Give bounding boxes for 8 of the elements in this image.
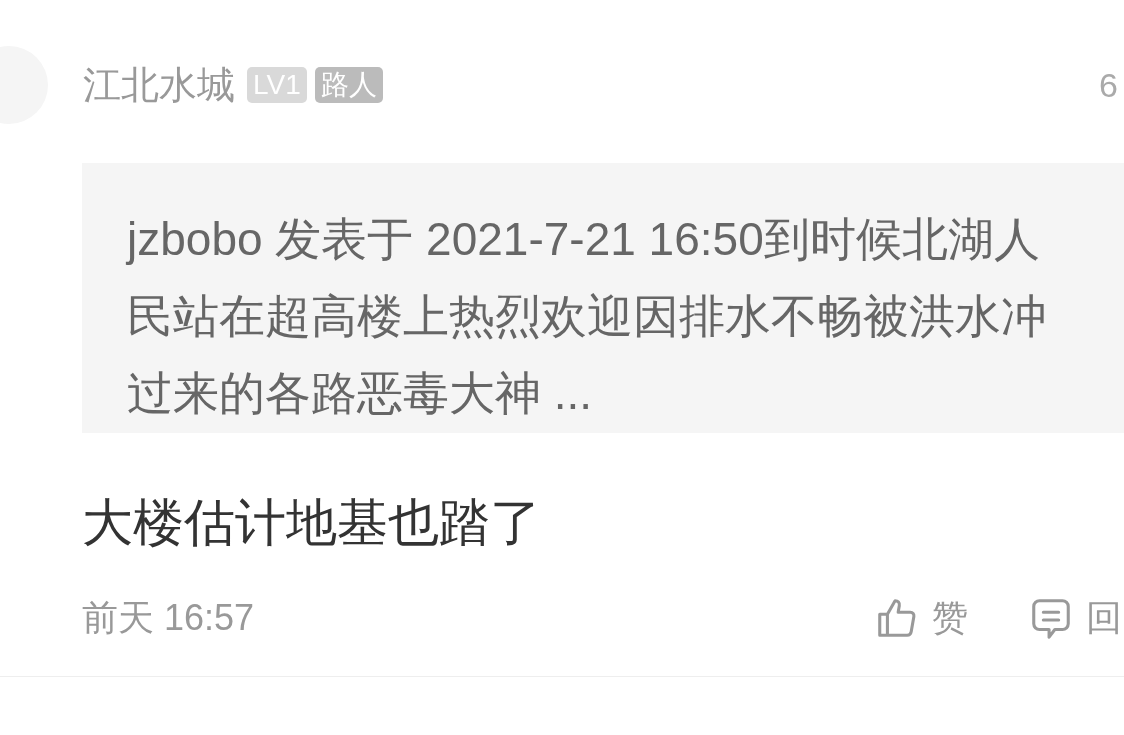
like-button[interactable]: 赞 <box>874 591 968 645</box>
role-badge: 路人 <box>314 67 383 103</box>
quote-text: jzbobo 发表于 2021-7-21 16:50到时候北湖人民站在超高楼上热烈欢迎因排水不畅被洪水冲过来的各路恶毒大神 ... <box>127 212 1048 421</box>
comment-text: 大楼估计地基也踏了 <box>82 493 542 553</box>
floor-number: 6 <box>1099 68 1119 102</box>
reply-button[interactable]: 回 <box>1028 591 1122 645</box>
post-time: 前天 16:57 <box>82 596 255 640</box>
username[interactable]: 江北水城 <box>83 66 235 104</box>
